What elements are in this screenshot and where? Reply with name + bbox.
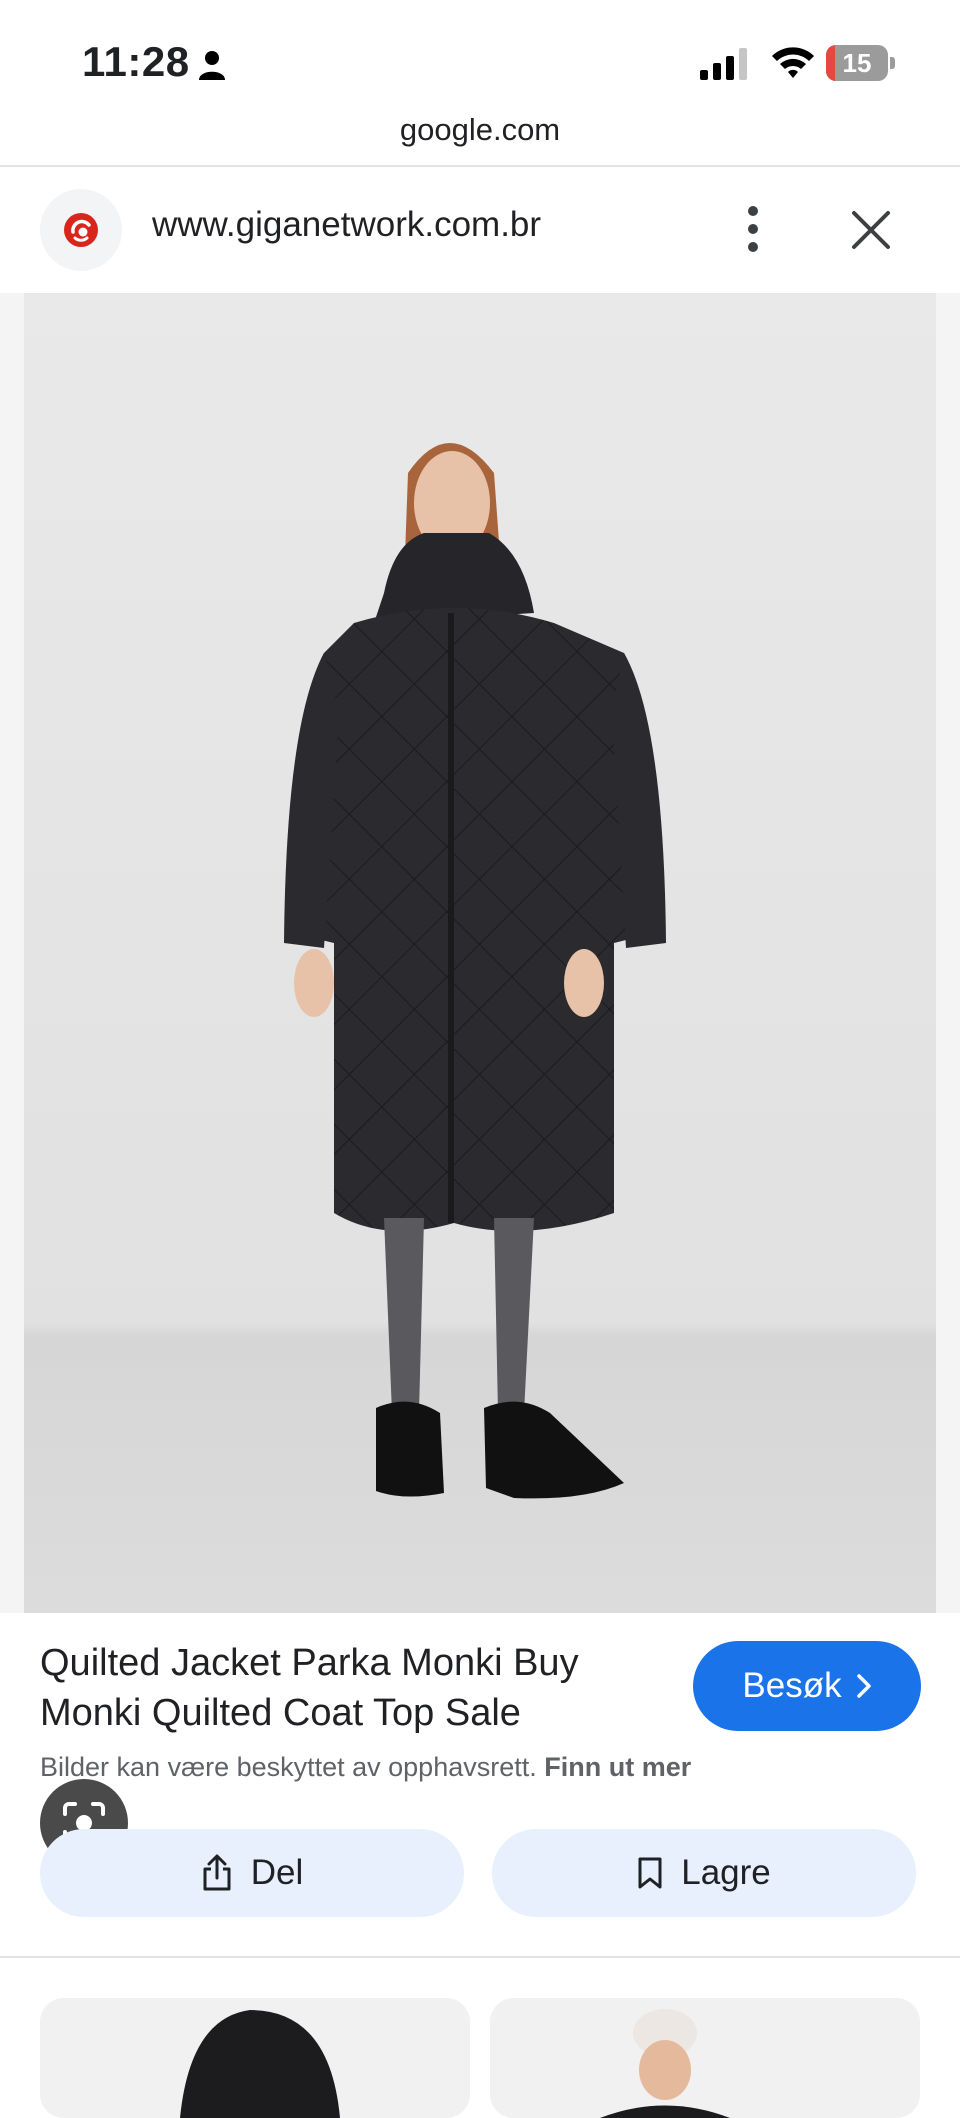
close-icon[interactable] [848,207,894,253]
browser-host[interactable]: google.com [0,112,960,148]
site-logo-icon [64,213,98,247]
related-image-card[interactable] [490,1998,920,2118]
more-vert-icon[interactable] [740,203,766,255]
copyright-notice: Bilder kan være beskyttet av opphavsrett… [40,1752,691,1783]
status-bar: 11:28 15 google.com [0,0,960,147]
product-image[interactable] [24,293,936,1613]
share-icon [203,1854,231,1891]
copyright-text: Bilder kan være beskyttet av opphavsrett… [40,1752,537,1782]
battery-level: 15 [842,48,872,78]
site-url[interactable]: www.giganetwork.com.br [152,205,541,245]
learn-more-link[interactable]: Finn ut mer [544,1752,691,1782]
result-title: Quilted Jacket Parka Monki Buy Monki Qui… [40,1642,579,1734]
person-icon [199,51,225,80]
site-favicon [40,189,122,271]
visit-button[interactable]: Besøk [693,1641,921,1731]
divider [0,1956,960,1958]
save-button[interactable]: Lagre [492,1829,916,1917]
image-viewer [0,293,960,1867]
wifi-icon [772,47,814,78]
share-label: Del [250,1853,304,1892]
save-label: Lagre [681,1853,771,1892]
bookmark-icon [638,1857,662,1889]
share-button[interactable]: Del [40,1829,464,1917]
chevron-right-icon [856,1674,871,1698]
battery-indicator: 15 [826,45,896,81]
related-image-card[interactable] [40,1998,470,2118]
visit-button-label: Besøk [742,1666,842,1705]
cellular-signal-icon [700,48,747,80]
clock: 11:28 [82,38,190,85]
site-header: www.giganetwork.com.br [0,167,960,293]
